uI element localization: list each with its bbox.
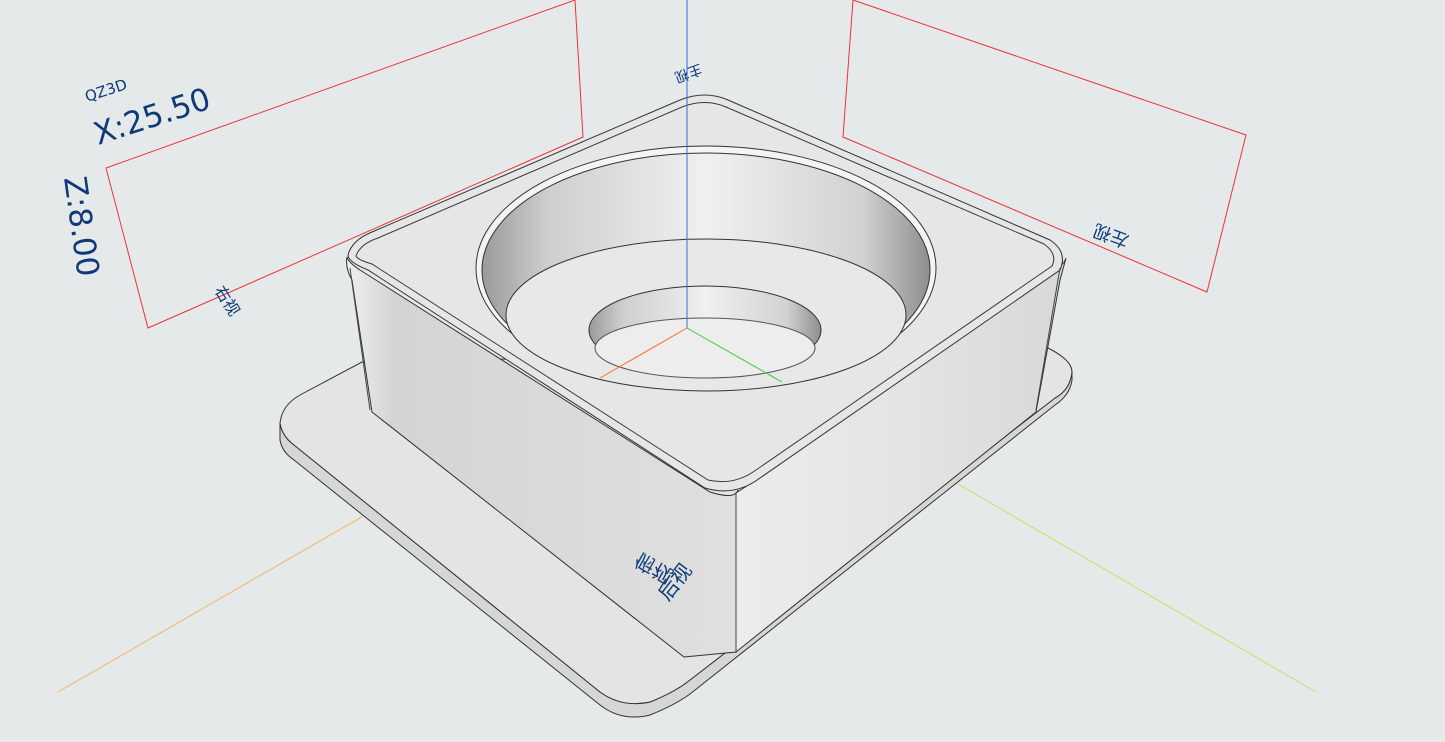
through-hole-bottom [594, 317, 816, 379]
3d-viewport[interactable]: QZ3D X:25.50 Z:8.00 主视 左视 右视 后视 俯视 [0, 0, 1445, 738]
counterbore[interactable] [475, 145, 937, 392]
